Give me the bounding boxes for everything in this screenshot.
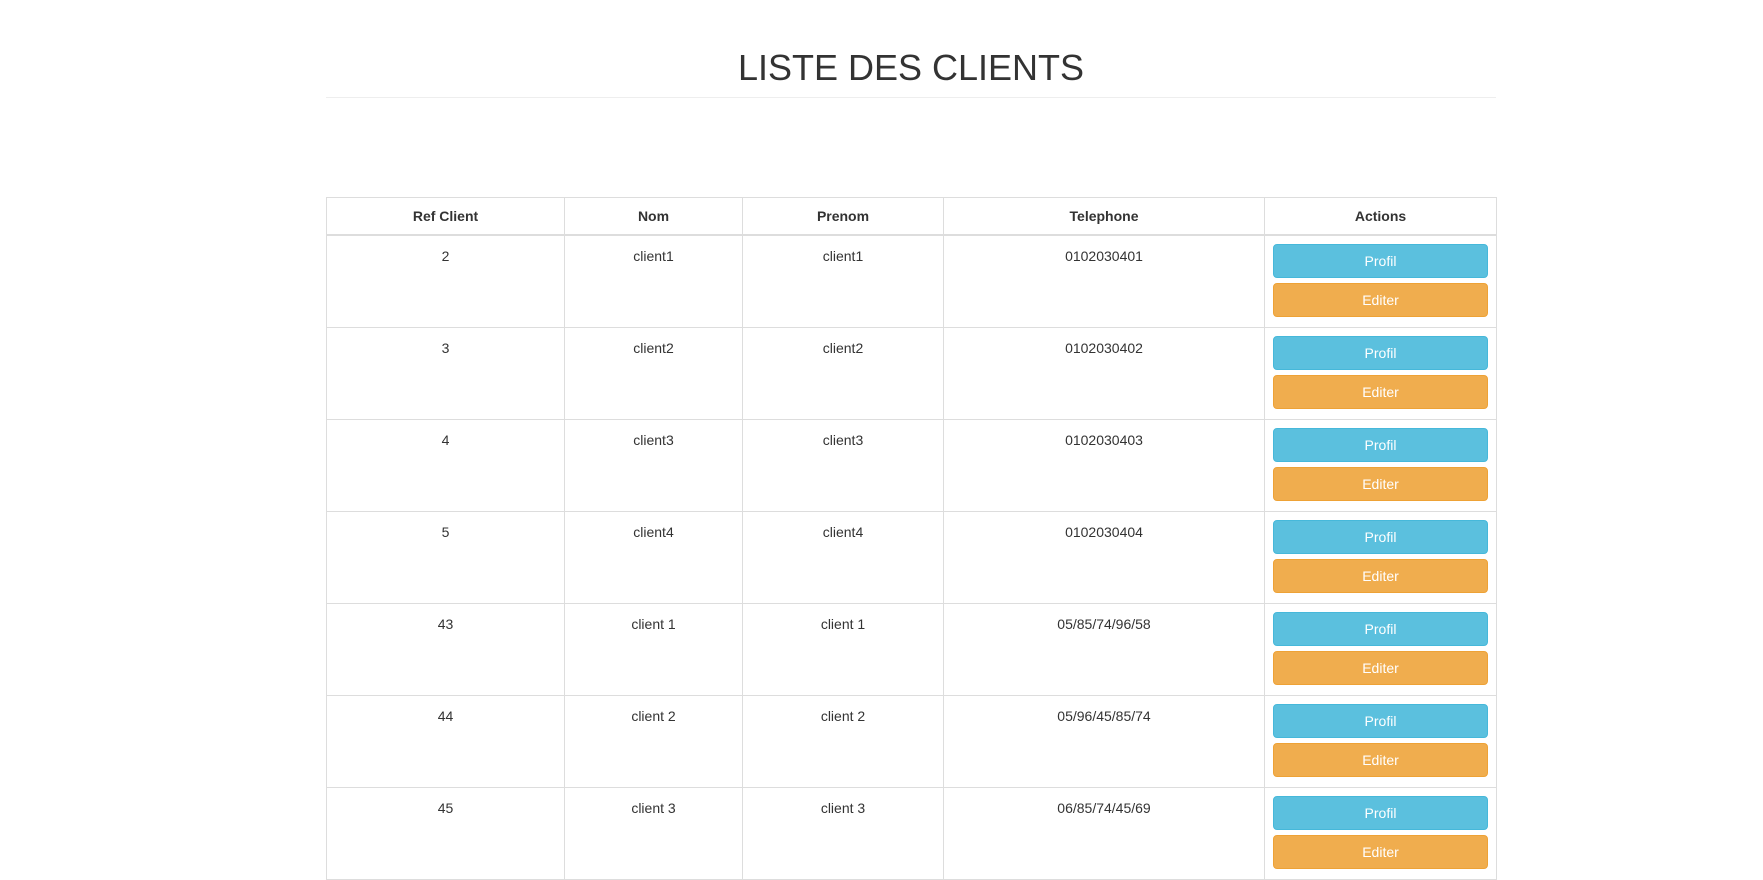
cell-prenom: client 1 <box>742 603 944 696</box>
cell-actions: Profil Editer <box>1264 234 1497 328</box>
cell-nom: client2 <box>564 327 743 420</box>
cell-actions: Profil Editer <box>1264 511 1497 604</box>
cell-telephone: 05/85/74/96/58 <box>943 603 1265 696</box>
cell-actions: Profil Editer <box>1264 787 1497 880</box>
column-header-prenom: Prenom <box>742 197 944 236</box>
cell-prenom: client3 <box>742 419 944 512</box>
cell-actions: Profil Editer <box>1264 695 1497 788</box>
column-header-actions: Actions <box>1264 197 1497 236</box>
cell-ref-client: 3 <box>326 327 565 420</box>
cell-actions: Profil Editer <box>1264 603 1497 696</box>
table-row: 3 client2 client2 0102030402 Profil Edit… <box>326 327 1497 420</box>
editer-button[interactable]: Editer <box>1273 743 1488 777</box>
column-header-ref-client: Ref Client <box>326 197 565 236</box>
column-header-telephone: Telephone <box>943 197 1265 236</box>
cell-nom: client3 <box>564 419 743 512</box>
cell-actions: Profil Editer <box>1264 327 1497 420</box>
cell-telephone: 0102030403 <box>943 419 1265 512</box>
cell-prenom: client4 <box>742 511 944 604</box>
table-body: 2 client1 client1 0102030401 Profil Edit… <box>326 234 1497 880</box>
cell-nom: client 2 <box>564 695 743 788</box>
editer-button[interactable]: Editer <box>1273 651 1488 685</box>
editer-button[interactable]: Editer <box>1273 835 1488 869</box>
main-container: LISTE DES CLIENTS Ref Client Nom Prenom … <box>326 0 1497 880</box>
page-header: LISTE DES CLIENTS <box>326 48 1496 98</box>
cell-prenom: client 2 <box>742 695 944 788</box>
page-title: LISTE DES CLIENTS <box>737 47 1085 88</box>
cell-ref-client: 45 <box>326 787 565 880</box>
profil-button[interactable]: Profil <box>1273 244 1488 278</box>
table-row: 44 client 2 client 2 05/96/45/85/74 Prof… <box>326 695 1497 788</box>
cell-ref-client: 4 <box>326 419 565 512</box>
cell-ref-client: 44 <box>326 695 565 788</box>
table-row: 4 client3 client3 0102030403 Profil Edit… <box>326 419 1497 512</box>
editer-button[interactable]: Editer <box>1273 283 1488 317</box>
editer-button[interactable]: Editer <box>1273 467 1488 501</box>
clients-table: Ref Client Nom Prenom Telephone Actions … <box>326 197 1497 880</box>
cell-ref-client: 5 <box>326 511 565 604</box>
cell-nom: client1 <box>564 234 743 328</box>
cell-nom: client4 <box>564 511 743 604</box>
table-row: 2 client1 client1 0102030401 Profil Edit… <box>326 234 1497 328</box>
cell-prenom: client 3 <box>742 787 944 880</box>
profil-button[interactable]: Profil <box>1273 796 1488 830</box>
cell-telephone: 0102030401 <box>943 234 1265 328</box>
cell-telephone: 05/96/45/85/74 <box>943 695 1265 788</box>
column-header-nom: Nom <box>564 197 743 236</box>
profil-button[interactable]: Profil <box>1273 336 1488 370</box>
cell-prenom: client2 <box>742 327 944 420</box>
table-header: Ref Client Nom Prenom Telephone Actions <box>326 197 1497 236</box>
cell-telephone: 0102030402 <box>943 327 1265 420</box>
cell-ref-client: 43 <box>326 603 565 696</box>
cell-ref-client: 2 <box>326 234 565 328</box>
cell-prenom: client1 <box>742 234 944 328</box>
editer-button[interactable]: Editer <box>1273 375 1488 409</box>
profil-button[interactable]: Profil <box>1273 612 1488 646</box>
profil-button[interactable]: Profil <box>1273 428 1488 462</box>
table-header-row: Ref Client Nom Prenom Telephone Actions <box>326 197 1497 236</box>
table-row: 45 client 3 client 3 06/85/74/45/69 Prof… <box>326 787 1497 880</box>
table-row: 5 client4 client4 0102030404 Profil Edit… <box>326 511 1497 604</box>
profil-button[interactable]: Profil <box>1273 704 1488 738</box>
table-row: 43 client 1 client 1 05/85/74/96/58 Prof… <box>326 603 1497 696</box>
cell-nom: client 3 <box>564 787 743 880</box>
editer-button[interactable]: Editer <box>1273 559 1488 593</box>
cell-nom: client 1 <box>564 603 743 696</box>
cell-telephone: 0102030404 <box>943 511 1265 604</box>
cell-telephone: 06/85/74/45/69 <box>943 787 1265 880</box>
cell-actions: Profil Editer <box>1264 419 1497 512</box>
profil-button[interactable]: Profil <box>1273 520 1488 554</box>
